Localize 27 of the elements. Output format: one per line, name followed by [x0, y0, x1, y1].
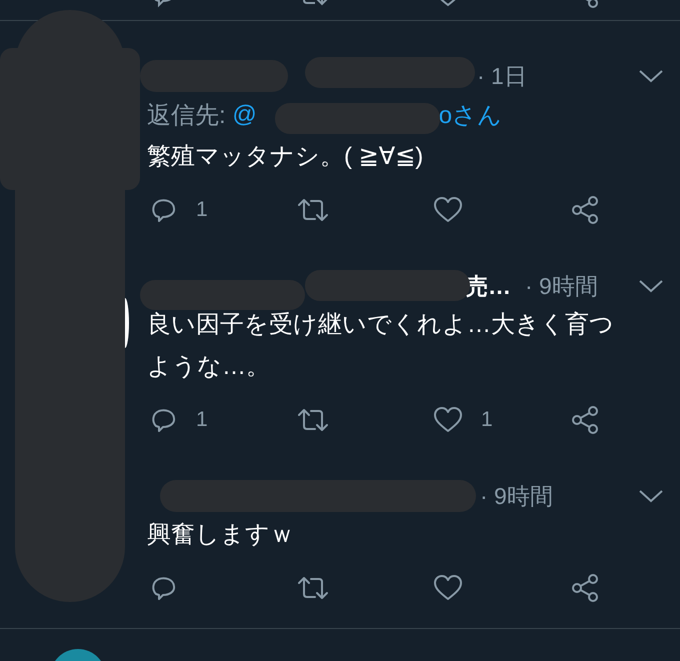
chevron-down-icon[interactable] — [638, 68, 664, 84]
reply-icon[interactable] — [150, 406, 178, 434]
chevron-down-icon[interactable] — [638, 278, 664, 294]
retweet-icon[interactable] — [296, 574, 330, 602]
share-icon[interactable] — [570, 405, 600, 435]
reply-icon[interactable] — [150, 196, 178, 224]
reply-to-label: 返信先: — [147, 101, 227, 131]
chevron-down-icon[interactable] — [638, 488, 664, 504]
reply-count: 1 — [196, 198, 208, 222]
tweet-time: · 9時間 — [525, 272, 598, 300]
mention-link[interactable]: oさん — [438, 99, 502, 131]
share-icon[interactable] — [570, 195, 600, 225]
tweet-time: · 1日 — [477, 62, 527, 90]
retweet-icon[interactable] — [296, 196, 330, 224]
tweet-text: 興奮しますｗ — [147, 520, 295, 550]
retweet-icon[interactable] — [296, 406, 330, 434]
mention-link[interactable]: @ — [232, 101, 257, 129]
heart-icon[interactable] — [433, 196, 463, 224]
tweet-text: 繁殖マッタナシ。( ≧∀≦) — [147, 142, 424, 172]
reply-icon[interactable] — [150, 574, 178, 602]
heart-icon[interactable] — [433, 574, 463, 602]
tweet-time: · 9時間 — [480, 482, 553, 510]
reply-count: 1 — [196, 408, 208, 432]
tweet-text: 良い因子を受け継いでくれよ…大きく育つような…。 — [147, 310, 615, 382]
like-count: 1 — [481, 408, 493, 432]
share-icon[interactable] — [570, 573, 600, 603]
heart-icon[interactable] — [433, 406, 463, 434]
